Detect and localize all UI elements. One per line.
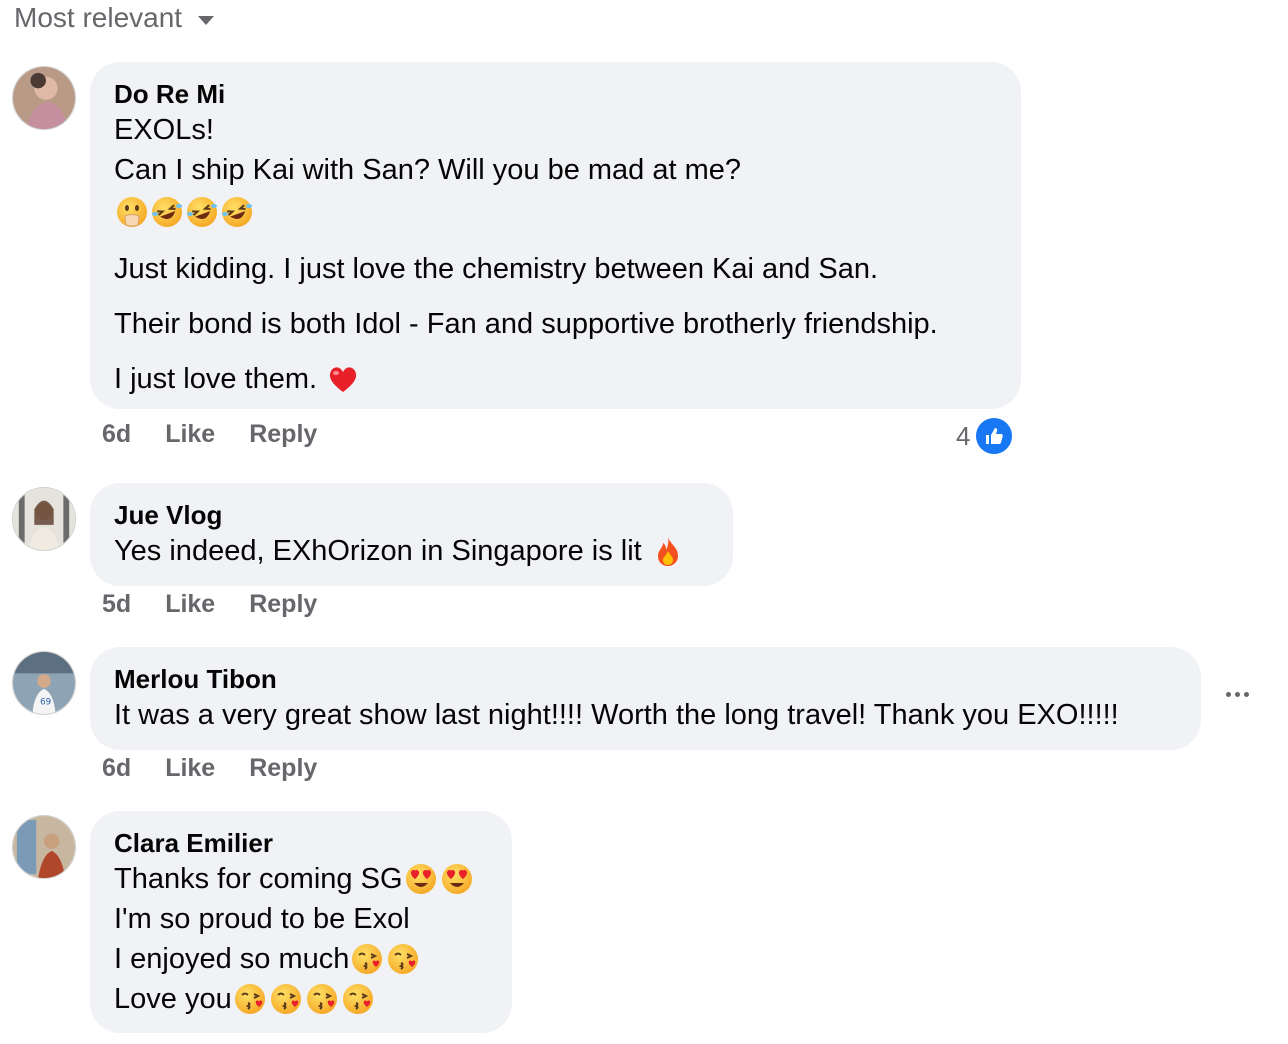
comment-text: Just kidding. I just love the chemistry … <box>114 253 879 285</box>
face-with-hand-over-mouth-icon <box>116 196 148 228</box>
comment-text: Thanks for coming SG <box>114 863 403 895</box>
reply-button[interactable]: Reply <box>249 590 317 619</box>
avatar[interactable]: 69 <box>12 651 76 715</box>
comment-text: I enjoyed so much <box>114 943 350 975</box>
face-blowing-a-kiss-icon <box>351 943 383 975</box>
like-thumb-icon <box>974 416 1015 456</box>
rolling-on-floor-laughing-icon <box>151 196 183 228</box>
avatar[interactable] <box>12 66 76 130</box>
like-button[interactable]: Like <box>165 590 215 619</box>
comment-author[interactable]: Do Re Mi <box>114 78 997 110</box>
face-blowing-a-kiss-icon <box>306 983 338 1015</box>
more-options-icon[interactable] <box>1226 692 1249 697</box>
face-blowing-a-kiss-icon <box>270 983 302 1015</box>
rolling-on-floor-laughing-icon <box>186 196 218 228</box>
comment-time[interactable]: 6d <box>102 754 131 783</box>
comment-text: Love you <box>114 983 232 1015</box>
sort-label: Most relevant <box>14 2 183 33</box>
comment-text: It was a very great show last night!!!! … <box>114 699 1119 731</box>
smiling-face-with-heart-eyes-icon <box>405 863 437 895</box>
comment-text: I'm so proud to be Exol <box>114 903 410 935</box>
avatar[interactable] <box>12 487 76 551</box>
svg-text:69: 69 <box>40 697 51 707</box>
comment-text: I just love them. <box>114 363 318 395</box>
reaction-count: 4 <box>956 420 971 451</box>
face-blowing-a-kiss-icon <box>342 983 374 1015</box>
comment-actions: 5d Like Reply <box>102 590 317 619</box>
red-heart-icon <box>327 363 359 395</box>
comment-bubble: Jue Vlog Yes indeed, EXhOrizon in Singap… <box>90 483 733 586</box>
comment-time[interactable]: 5d <box>102 590 131 619</box>
smiling-face-with-heart-eyes-icon <box>441 863 473 895</box>
comment-author[interactable]: Merlou Tibon <box>114 663 1177 695</box>
comment-bubble: Clara Emilier Thanks for coming SG I'm s… <box>90 811 512 1033</box>
comment-text: Yes indeed, EXhOrizon in Singapore is li… <box>114 535 642 567</box>
sort-dropdown[interactable]: Most relevant <box>14 0 215 36</box>
comment-time[interactable]: 6d <box>102 420 131 449</box>
fire-icon <box>652 535 684 567</box>
face-blowing-a-kiss-icon <box>387 943 419 975</box>
comment-text: Can I ship Kai with San? Will you be mad… <box>114 154 742 186</box>
comment-text: EXOLs! <box>114 114 214 146</box>
face-blowing-a-kiss-icon <box>234 983 266 1015</box>
reply-button[interactable]: Reply <box>249 420 317 449</box>
comment-actions: 6d Like Reply <box>102 420 317 449</box>
comment-author[interactable]: Jue Vlog <box>114 499 709 531</box>
comment-author[interactable]: Clara Emilier <box>114 827 488 859</box>
avatar[interactable] <box>12 815 76 879</box>
comment-text: Their bond is both Idol - Fan and suppor… <box>114 308 938 340</box>
comment-bubble: Merlou Tibon It was a very great show la… <box>90 647 1201 750</box>
comment-bubble: Do Re Mi EXOLs! Can I ship Kai with San?… <box>90 62 1021 409</box>
rolling-on-floor-laughing-icon <box>221 196 253 228</box>
emoji-row <box>116 196 253 228</box>
like-button[interactable]: Like <box>165 420 215 449</box>
reply-button[interactable]: Reply <box>249 754 317 783</box>
reaction-summary[interactable]: 4 <box>956 416 1015 456</box>
like-button[interactable]: Like <box>165 754 215 783</box>
caret-down-icon <box>198 15 215 25</box>
comment-actions: 6d Like Reply <box>102 754 317 783</box>
